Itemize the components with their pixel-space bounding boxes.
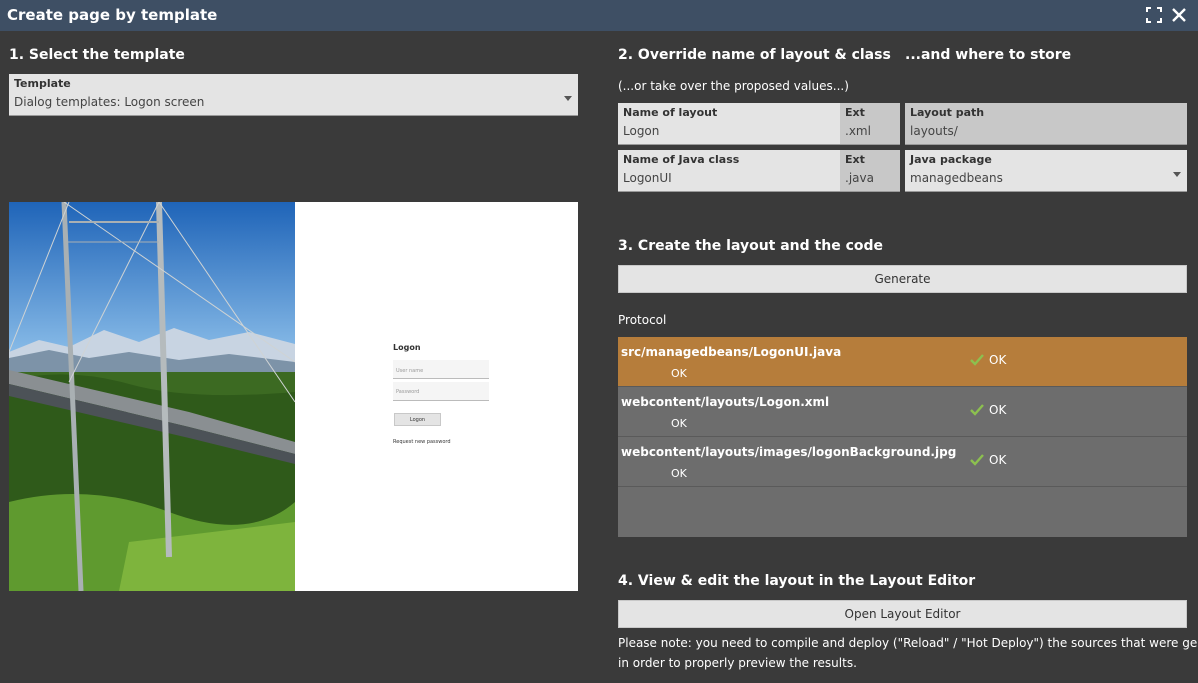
- preview-username-field: User name: [393, 360, 489, 379]
- checkmark-icon: [970, 454, 984, 466]
- protocol-sub-status: OK: [671, 367, 687, 380]
- protocol-row[interactable]: src/managedbeans/LogonUI.java OK OK: [618, 337, 1187, 387]
- preview-logon-button: Logon: [394, 413, 441, 426]
- section2-heading-store: ...and where to store: [905, 47, 1072, 63]
- java-package-select[interactable]: Java package managedbeans: [905, 150, 1187, 192]
- template-preview: Logon User name Password Logon Request n…: [9, 202, 578, 591]
- chevron-down-icon: [564, 96, 572, 101]
- preview-username-placeholder: User name: [396, 368, 424, 374]
- protocol-label: Protocol: [618, 313, 667, 327]
- protocol-file: webcontent/layouts/images/logonBackgroun…: [621, 445, 957, 459]
- protocol-status: OK: [989, 453, 1007, 467]
- bridge-photo: [9, 202, 295, 591]
- protocol-sub-status: OK: [671, 467, 687, 480]
- chevron-down-icon: [1173, 172, 1181, 177]
- note-line-1: Please note: you need to compile and dep…: [618, 636, 1198, 650]
- preview-password-placeholder: Password: [396, 389, 420, 395]
- protocol-status: OK: [989, 353, 1007, 367]
- class-name-label: Name of Java class: [623, 153, 740, 166]
- section3-heading: 3. Create the layout and the code: [618, 238, 884, 254]
- open-layout-editor-button[interactable]: Open Layout Editor: [618, 600, 1187, 628]
- title-bar: Create page by template: [0, 0, 1198, 31]
- layout-ext-value: .xml: [845, 124, 871, 138]
- protocol-status: OK: [989, 403, 1007, 417]
- class-ext-label: Ext: [845, 153, 865, 166]
- layout-ext-label: Ext: [845, 106, 865, 119]
- layout-ext-field: Ext .xml: [840, 103, 900, 145]
- java-package-value: managedbeans: [910, 171, 1003, 185]
- protocol-list[interactable]: src/managedbeans/LogonUI.java OK OK webc…: [618, 337, 1187, 537]
- preview-title: Logon: [393, 343, 421, 352]
- class-ext-value: .java: [845, 171, 874, 185]
- template-label: Template: [14, 77, 71, 90]
- protocol-row[interactable]: webcontent/layouts/images/logonBackgroun…: [618, 437, 1187, 487]
- section1-heading: 1. Select the template: [9, 47, 185, 63]
- checkmark-icon: [970, 404, 984, 416]
- protocol-sub-status: OK: [671, 417, 687, 430]
- layout-name-value: Logon: [623, 124, 660, 138]
- class-name-field[interactable]: Name of Java class LogonUI: [618, 150, 840, 192]
- preview-password-field: Password: [393, 382, 489, 401]
- layout-name-field[interactable]: Name of layout Logon: [618, 103, 840, 145]
- section2-hint: (...or take over the proposed values...): [618, 79, 849, 93]
- protocol-file: src/managedbeans/LogonUI.java: [621, 345, 842, 359]
- class-ext-field: Ext .java: [840, 150, 900, 192]
- note-line-2: in order to properly preview the results…: [618, 656, 857, 670]
- layout-path-label: Layout path: [910, 106, 985, 119]
- class-name-value: LogonUI: [623, 171, 672, 185]
- protocol-row[interactable]: webcontent/layouts/Logon.xml OK OK: [618, 387, 1187, 437]
- java-package-label: Java package: [910, 153, 992, 166]
- layout-path-field: Layout path layouts/: [905, 103, 1187, 145]
- protocol-file: webcontent/layouts/Logon.xml: [621, 395, 830, 409]
- checkmark-icon: [970, 354, 984, 366]
- template-value: Dialog templates: Logon screen: [14, 95, 205, 109]
- section4-heading: 4. View & edit the layout in the Layout …: [618, 573, 976, 589]
- close-icon[interactable]: [1170, 6, 1188, 24]
- preview-request-password-link: Request new password: [393, 439, 451, 445]
- maximize-icon[interactable]: [1145, 6, 1163, 24]
- window-title: Create page by template: [7, 6, 218, 24]
- generate-button[interactable]: Generate: [618, 265, 1187, 293]
- layout-name-label: Name of layout: [623, 106, 718, 119]
- section2-heading: 2. Override name of layout & class: [618, 47, 891, 63]
- layout-path-value: layouts/: [910, 124, 958, 138]
- template-select[interactable]: Template Dialog templates: Logon screen: [9, 74, 578, 116]
